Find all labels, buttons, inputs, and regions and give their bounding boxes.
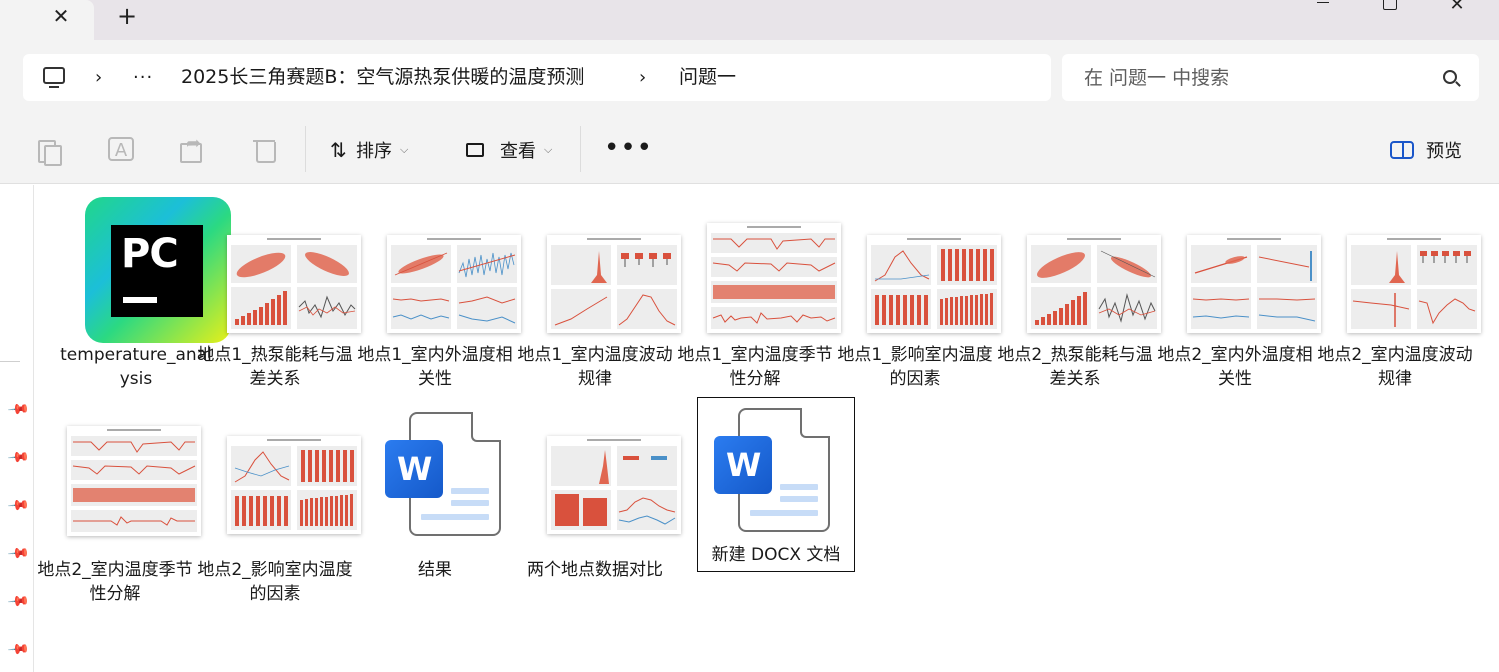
image-thumbnail <box>867 235 1001 333</box>
share-icon[interactable] <box>180 133 206 163</box>
nav-divider <box>0 361 20 362</box>
breadcrumb-more-button[interactable]: ··· <box>133 54 153 101</box>
image-thumbnail <box>227 436 361 534</box>
image-thumbnail <box>1187 235 1321 333</box>
search-icon[interactable] <box>1443 70 1457 84</box>
file-name: 地点2_热泵能耗与温差关系 <box>997 345 1153 389</box>
chevron-down-icon: ⌵ <box>544 143 553 156</box>
image-thumbnail <box>387 235 521 333</box>
search-box[interactable] <box>1062 54 1479 101</box>
toolbar-divider <box>580 126 581 172</box>
breadcrumb-chevron-icon[interactable]: › <box>95 54 102 101</box>
file-item[interactable]: 地点2_影响室内温度的因素 <box>195 400 361 604</box>
tab-strip: ✕ + ✕ <box>0 0 1499 40</box>
file-name: 新建 DOCX 文档 <box>711 545 841 565</box>
file-name: 地点2_影响室内温度的因素 <box>197 560 353 604</box>
file-item[interactable]: 地点1_室内温度波动规律 <box>515 185 681 389</box>
image-thumbnail <box>707 223 841 333</box>
chevron-down-icon: ⌵ <box>400 143 409 156</box>
address-row: › ··· 2025长三角赛题B：空气源热泵供暖的温度预测 › 问题一 <box>0 40 1499 114</box>
file-name: 地点2_室内外温度相关性 <box>1157 345 1313 389</box>
file-name: 地点1_热泵能耗与温差关系 <box>197 345 353 389</box>
file-name: 结果 <box>418 560 452 580</box>
address-bar[interactable]: › ··· 2025长三角赛题B：空气源热泵供暖的温度预测 › 问题一 <box>23 54 1051 101</box>
file-name: 地点2_室内温度季节性分解 <box>37 560 193 604</box>
file-item[interactable]: 地点1_室内温度季节性分解 <box>675 185 841 389</box>
breadcrumb-current-folder[interactable]: 问题一 <box>679 54 736 101</box>
copy-icon[interactable] <box>38 137 62 166</box>
search-input[interactable] <box>1084 54 1424 101</box>
file-grid: PC temperature_analysis 地点1_热泵能耗与温差关系 地点… <box>35 185 1499 672</box>
file-item[interactable]: 地点1_热泵能耗与温差关系 <box>195 185 361 389</box>
close-tab-icon[interactable]: ✕ <box>50 5 72 27</box>
command-bar: A ⇅ 排序 ⌵ 查看 ⌵ ••• 预览 <box>0 114 1499 184</box>
sort-icon: ⇅ <box>330 138 347 162</box>
pin-icon[interactable]: 📌 <box>5 542 30 566</box>
this-pc-icon[interactable] <box>43 67 65 88</box>
maximize-button[interactable] <box>1366 0 1412 14</box>
file-name: temperature_analysis <box>60 345 212 389</box>
file-item[interactable]: W 结果 <box>355 400 515 590</box>
rename-icon[interactable]: A <box>108 137 134 161</box>
file-name: 地点1_室内温度波动规律 <box>517 345 673 389</box>
image-thumbnail <box>227 235 361 333</box>
close-window-button[interactable]: ✕ <box>1434 0 1480 14</box>
image-thumbnail <box>547 235 681 333</box>
navigation-pane: 📌 📌 📌 📌 📌 📌 <box>0 185 34 672</box>
pin-icon[interactable]: 📌 <box>5 398 30 422</box>
file-item[interactable]: 两个地点数据对比 <box>515 400 681 590</box>
delete-icon[interactable] <box>253 137 276 163</box>
word-document-icon: W <box>385 412 505 542</box>
file-item[interactable]: 地点1_影响室内温度的因素 <box>835 185 1001 389</box>
file-item-selected[interactable]: W 新建 DOCX 文档 <box>697 397 855 572</box>
pin-icon[interactable]: 📌 <box>5 446 30 470</box>
view-label: 查看 <box>500 141 536 162</box>
breadcrumb-parent-folder[interactable]: 2025长三角赛题B：空气源热泵供暖的温度预测 <box>181 54 584 101</box>
file-item[interactable]: 地点2_热泵能耗与温差关系 <box>995 185 1161 389</box>
minimize-button[interactable] <box>1300 0 1346 14</box>
pin-icon[interactable]: 📌 <box>5 494 30 518</box>
view-icon <box>466 143 484 157</box>
sort-button[interactable]: ⇅ 排序 ⌵ <box>330 134 408 166</box>
file-name: 地点1_影响室内温度的因素 <box>837 345 993 389</box>
sort-label: 排序 <box>356 141 392 162</box>
toolbar-divider <box>305 126 306 172</box>
image-thumbnail <box>67 426 201 536</box>
pin-icon[interactable]: 📌 <box>5 590 30 614</box>
image-thumbnail <box>547 436 681 534</box>
preview-pane-icon <box>1390 141 1414 159</box>
breadcrumb-chevron-icon[interactable]: › <box>639 54 646 101</box>
preview-pane-button[interactable]: 预览 <box>1390 134 1462 166</box>
view-button[interactable]: 查看 ⌵ <box>466 134 552 166</box>
new-tab-button[interactable]: + <box>116 4 138 28</box>
pin-icon[interactable]: 📌 <box>5 638 30 662</box>
file-name: 地点1_室内温度季节性分解 <box>677 345 833 389</box>
file-name: 地点2_室内温度波动规律 <box>1317 345 1473 389</box>
preview-label: 预览 <box>1426 141 1462 162</box>
file-name: 两个地点数据对比 <box>527 560 663 580</box>
file-item[interactable]: 地点2_室内温度波动规律 <box>1315 185 1481 389</box>
word-document-icon: W <box>714 408 834 538</box>
file-item[interactable]: 地点1_室内外温度相关性 <box>355 185 521 389</box>
tab-current-folder[interactable]: ✕ <box>0 0 94 40</box>
more-options-button[interactable]: ••• <box>604 134 653 162</box>
image-thumbnail <box>1347 235 1481 333</box>
file-item[interactable]: PC temperature_analysis <box>56 185 231 389</box>
image-thumbnail <box>1027 235 1161 333</box>
file-item[interactable]: 地点2_室内温度季节性分解 <box>35 400 201 604</box>
file-name: 地点1_室内外温度相关性 <box>357 345 513 389</box>
file-item[interactable]: 地点2_室内外温度相关性 <box>1155 185 1321 389</box>
